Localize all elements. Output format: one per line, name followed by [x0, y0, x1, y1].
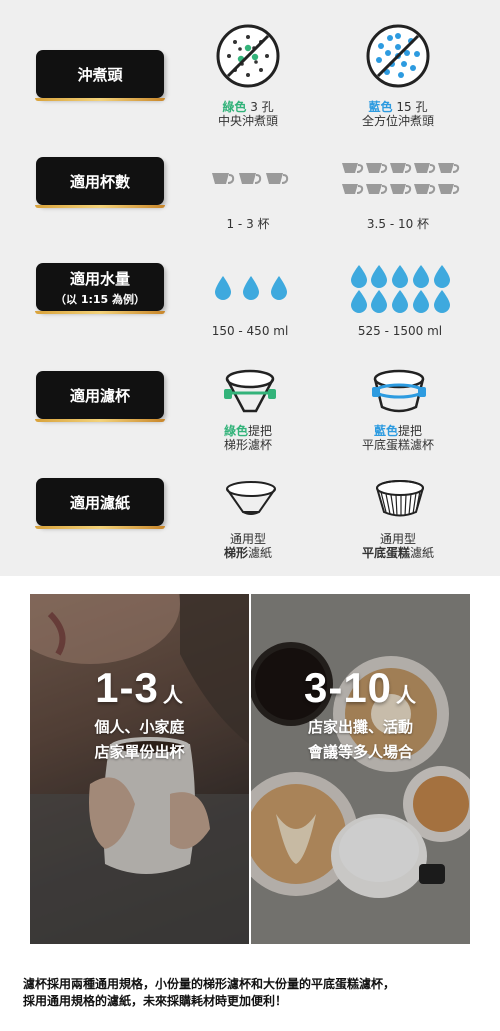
paper-type: 通用型	[229, 532, 266, 546]
dripper-desc: 梯形濾杯	[223, 438, 272, 452]
headcount-number: 3-10	[303, 664, 393, 711]
brew-head-desc: 中央沖煮頭	[217, 114, 278, 128]
handle-text: 提把	[398, 424, 423, 438]
hole-count: 3 孔	[246, 100, 274, 114]
paper-shape: 梯形	[223, 546, 248, 560]
paper-type: 通用型	[379, 532, 416, 546]
color-word: 藍色	[368, 100, 393, 114]
cups-large-icon	[341, 162, 460, 195]
label-water: 適用水量 （以 1:15 為例）	[35, 263, 165, 314]
label-dripper: 適用濾杯	[35, 371, 165, 422]
usage-photos: 1-3 人 個人、小家庭 店家單份出杯 3-10 人 店家出攤、活動 會議等多人場合	[30, 594, 470, 944]
group-use-photo: 3-10 人 店家出攤、活動 會議等多人場合	[251, 594, 470, 944]
paper-suffix: 濾紙	[248, 546, 273, 560]
label-cups: 適用杯數	[35, 157, 165, 208]
handle-text: 提把	[248, 424, 273, 438]
headcount-right: 3-10 人	[251, 664, 470, 712]
brew-head-left-caption: 綠色 3 孔 中央沖煮頭	[196, 100, 300, 128]
brew-head-right-caption: 藍色 15 孔 全方位沖煮頭	[346, 100, 450, 128]
trapezoid-dripper-icon	[224, 369, 276, 413]
label-text: 適用水量	[69, 269, 130, 288]
cups-small-icon	[212, 173, 289, 184]
color-word: 藍色	[373, 424, 398, 438]
label-paper: 適用濾紙	[35, 478, 165, 529]
dripper-left-caption: 綠色提把 梯形濾杯	[196, 424, 300, 452]
label-text: 沖煮頭	[77, 65, 123, 84]
label-subtext: （以 1:15 為例）	[54, 292, 146, 306]
green-shower-head-icon	[216, 24, 280, 88]
note-line-2: 採用通用規格的濾紙，未來採購耗材時更加便利！	[23, 994, 288, 1008]
usage-line-1: 個人、小家庭	[94, 718, 185, 736]
single-use-photo: 1-3 人 個人、小家庭 店家單份出杯	[30, 594, 249, 944]
footer-note: 濾杯採用兩種通用規格，小份量的梯形濾杯和大份量的平底蛋糕濾杯， 採用通用規格的濾…	[23, 976, 483, 1010]
flat-bottom-dripper-icon	[372, 369, 426, 413]
headcount-number: 1-3	[95, 664, 159, 711]
color-word: 綠色	[223, 424, 248, 438]
headcount-unit: 人	[396, 685, 418, 707]
usage-line-2: 店家單份出杯	[94, 743, 185, 761]
blue-shower-head-icon	[366, 24, 430, 88]
water-left-range: 150 - 450 ml	[211, 324, 289, 338]
paper-right-caption: 通用型 平底蛋糕濾紙	[346, 532, 450, 560]
cups-right-range: 3.5 - 10 杯	[366, 217, 430, 231]
label-text: 適用杯數	[69, 172, 130, 191]
paper-shape: 平底蛋糕	[361, 546, 410, 560]
water-drops-large-icon	[351, 265, 450, 313]
photo-overlay	[251, 594, 470, 944]
label-text: 適用濾紙	[69, 493, 130, 512]
usage-line-1: 店家出攤、活動	[307, 718, 413, 736]
dripper-right-caption: 藍色提把 平底蛋糕濾杯	[346, 424, 450, 452]
dripper-desc: 平底蛋糕濾杯	[361, 438, 434, 452]
water-right-range: 525 - 1500 ml	[357, 324, 443, 338]
cake-filter-paper-icon	[376, 480, 424, 517]
brew-head-desc: 全方位沖煮頭	[361, 114, 434, 128]
paper-suffix: 濾紙	[410, 546, 435, 560]
water-drops-small-icon	[215, 276, 287, 300]
hole-count: 15 孔	[392, 100, 428, 114]
spec-panel: 沖煮頭 綠色 3 孔 中央沖煮頭 藍色 15 孔 全方位沖煮頭 適用杯數 1 -…	[0, 0, 500, 576]
photo-overlay	[30, 594, 249, 944]
label-brew-head: 沖煮頭	[35, 50, 165, 101]
headcount-unit: 人	[162, 685, 184, 707]
trapezoid-filter-paper-icon	[226, 481, 276, 515]
cups-left-range: 1 - 3 杯	[226, 217, 270, 231]
paper-left-caption: 通用型 梯形濾紙	[196, 532, 300, 560]
headcount-left: 1-3 人	[30, 664, 249, 712]
color-word: 綠色	[222, 100, 247, 114]
label-text: 適用濾杯	[69, 386, 130, 405]
note-line-1: 濾杯採用兩種通用規格，小份量的梯形濾杯和大份量的平底蛋糕濾杯，	[23, 977, 396, 991]
usage-line-2: 會議等多人場合	[307, 743, 413, 761]
